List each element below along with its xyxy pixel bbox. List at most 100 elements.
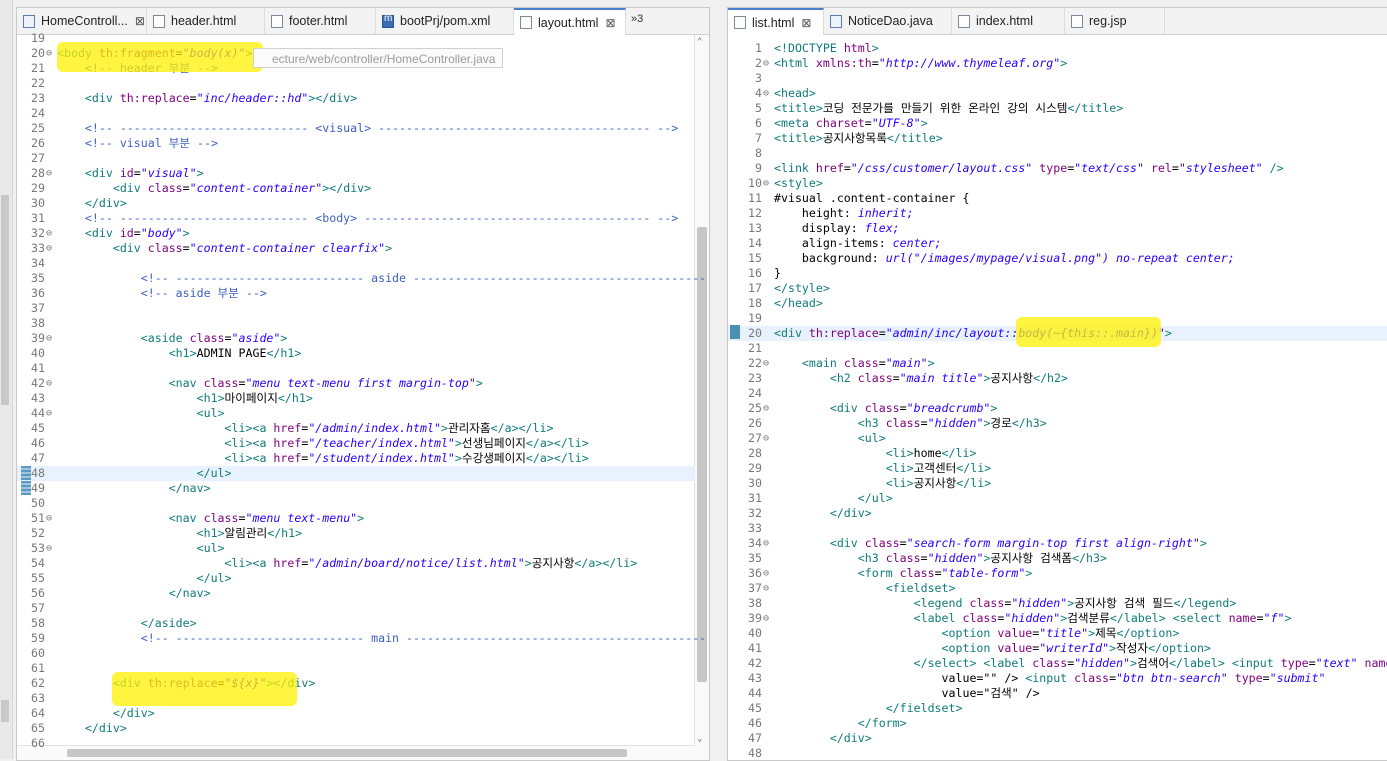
fold-toggle-icon[interactable]: ⊖ — [763, 431, 769, 446]
line-number: 50 — [31, 496, 45, 510]
left-scroll-thumb[interactable] — [697, 227, 707, 682]
line-number: 32 — [748, 506, 762, 520]
fold-toggle-icon[interactable]: ⊖ — [763, 356, 769, 371]
code-line: 10 ⊖ <style> — [728, 176, 1387, 191]
fold-toggle-icon[interactable]: ⊖ — [763, 611, 769, 626]
code-line: 4 ⊖ <head> — [728, 86, 1387, 101]
code-line: 50 — [17, 496, 695, 511]
line-number: 39 — [31, 331, 45, 345]
fold-toggle-icon[interactable]: ⊖ — [46, 541, 52, 556]
left-vertical-scrollbar[interactable]: ⌃ ⌄ — [694, 35, 709, 760]
code-text: <meta charset="UTF-8"> — [774, 116, 928, 130]
fold-toggle-icon[interactable]: ⊖ — [46, 46, 52, 61]
code-text: <fieldset> — [885, 581, 956, 595]
fold-toggle-icon[interactable]: ⊖ — [763, 581, 769, 596]
line-number: 26 — [748, 416, 762, 430]
editor-tab[interactable]: list.html ⊠ — [728, 8, 824, 35]
tab-label: bootPrj/pom.xml — [400, 14, 491, 28]
line-number: 2 — [755, 56, 762, 70]
code-line: 49 </nav> — [17, 481, 695, 496]
line-number: 47 — [31, 451, 45, 465]
fold-toggle-icon[interactable]: ⊖ — [763, 401, 769, 416]
code-line: 24 — [17, 106, 695, 121]
line-number: 33 — [31, 241, 45, 255]
line-number: 18 — [748, 296, 762, 310]
code-line: 43 <h1>마이페이지</h1> — [17, 391, 695, 406]
fold-toggle-icon[interactable]: ⊖ — [46, 226, 52, 241]
code-line: 51 ⊖ <nav class="menu text-menu"> — [17, 511, 695, 526]
side-scrollbar-thumb-lower[interactable] — [1, 700, 9, 722]
line-number: 40 — [31, 346, 45, 360]
code-text: <link href="/css/customer/layout.css" ty… — [774, 161, 1284, 175]
code-line: 38 — [17, 316, 695, 331]
editor-tab[interactable]: reg.jsp — [1065, 8, 1165, 34]
line-number: 7 — [755, 131, 762, 145]
fold-toggle-icon[interactable]: ⊖ — [46, 331, 52, 346]
fold-toggle-icon[interactable]: ⊖ — [763, 566, 769, 581]
code-line: 65 </div> — [17, 721, 695, 736]
code-text: </ul> — [857, 491, 893, 505]
side-scrollbar-thumb[interactable] — [1, 195, 9, 405]
line-number: 14 — [748, 236, 762, 250]
code-line: 14 align-items: center; — [728, 236, 1387, 251]
tab-overflow-chevron-icon[interactable]: »3 — [631, 13, 643, 25]
scroll-up-arrow-icon[interactable]: ⌃ — [697, 37, 702, 47]
code-line: 35 <h3 class="hidden">공지사항 검색폼</h3> — [728, 551, 1387, 566]
code-line: 34 — [17, 256, 695, 271]
fold-toggle-icon[interactable]: ⊖ — [46, 166, 52, 181]
code-line: 64 </div> — [17, 706, 695, 721]
code-text: <li>공지사항</li> — [885, 476, 992, 490]
right-code-editor[interactable]: 1 <!DOCTYPE html> 2 ⊖ <html xmlns:th="http:/… — [728, 35, 1387, 760]
line-number: 27 — [748, 431, 762, 445]
code-line: 29 <div class="content-container"></div> — [17, 181, 695, 196]
line-number: 15 — [748, 251, 762, 265]
code-line: 53 ⊖ <ul> — [17, 541, 695, 556]
code-text: <!DOCTYPE html> — [774, 41, 879, 55]
line-number: 29 — [748, 461, 762, 475]
code-text: <div class="search-form margin-top first… — [829, 536, 1207, 550]
line-number: 9 — [755, 161, 762, 175]
code-line: 35 <!-- --------------------------- asid… — [17, 271, 706, 286]
fold-toggle-icon[interactable]: ⊖ — [46, 241, 52, 256]
line-number: 46 — [748, 716, 762, 730]
bookmark-marker — [21, 481, 31, 495]
editor-tab[interactable]: NoticeDao.java — [824, 8, 952, 34]
code-text: </nav> — [168, 481, 211, 495]
fold-toggle-icon[interactable]: ⊖ — [46, 376, 52, 391]
scroll-down-arrow-icon[interactable]: ⌄ — [697, 734, 702, 744]
line-number: 44 — [31, 406, 45, 420]
line-number: 45 — [748, 701, 762, 715]
code-line: 36 ⊖ <form class="table-form"> — [728, 566, 1387, 581]
fold-toggle-icon[interactable]: ⊖ — [46, 406, 52, 421]
fold-toggle-icon[interactable]: ⊖ — [46, 511, 52, 526]
java-file-icon — [830, 14, 842, 28]
maven-xml-icon — [382, 13, 394, 28]
code-text: </div> — [84, 196, 127, 210]
line-number: 44 — [748, 686, 762, 700]
line-number: 36 — [31, 286, 45, 300]
fold-toggle-icon[interactable]: ⊖ — [763, 176, 769, 191]
editor-tab[interactable]: index.html — [952, 8, 1065, 34]
fold-toggle-icon[interactable]: ⊖ — [763, 536, 769, 551]
code-line: 13 display: flex; — [728, 221, 1387, 236]
code-line: 45 </fieldset> — [728, 701, 1387, 716]
code-line: 17 </style> — [728, 281, 1387, 296]
code-line: 41 <option value="writerId">작성자</option> — [728, 641, 1387, 656]
close-icon[interactable]: ⊠ — [135, 14, 145, 28]
left-code-editor[interactable]: ⌃ ⌄ 1920⊖<body th:fragment="body(x)">21 … — [17, 31, 710, 760]
code-text: <!-- --------------------------- main --… — [140, 631, 710, 645]
line-number: 12 — [748, 206, 762, 220]
fold-toggle-icon[interactable]: ⊖ — [763, 86, 769, 101]
line-number: 52 — [31, 526, 45, 540]
close-icon[interactable]: ⊠ — [801, 16, 811, 30]
tab-label: layout.html — [538, 15, 599, 30]
code-text: <legend class="hidden">공지사항 검색 필드</legen… — [913, 596, 1237, 610]
close-icon[interactable]: ⊠ — [605, 16, 615, 30]
code-line: 31 <!-- --------------------------- <bod… — [17, 211, 695, 226]
code-text: <!-- --------------------------- <body> … — [84, 211, 679, 225]
line-number: 59 — [31, 631, 45, 645]
line-number: 35 — [31, 271, 45, 285]
line-number: 40 — [748, 626, 762, 640]
code-line: 31 </ul> — [728, 491, 1387, 506]
fold-toggle-icon[interactable]: ⊖ — [763, 56, 769, 71]
